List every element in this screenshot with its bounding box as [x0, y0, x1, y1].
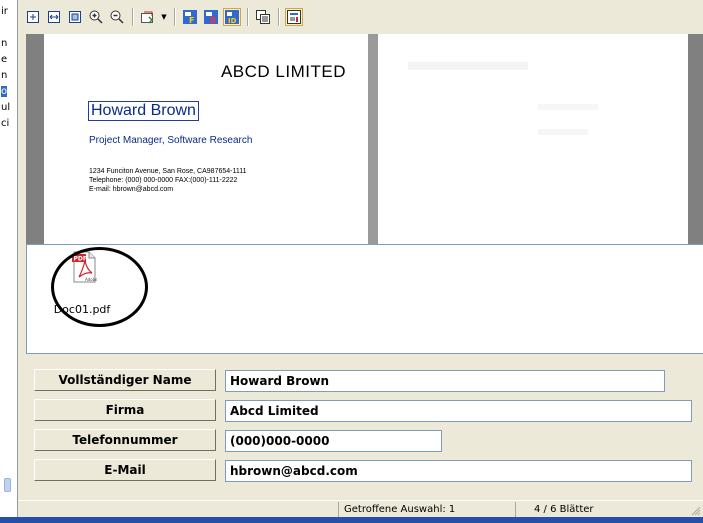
svg-text:F: F: [189, 16, 194, 25]
card-job-title: Project Manager, Software Research: [89, 135, 253, 146]
full-name-field[interactable]: Howard Brown: [225, 370, 665, 392]
tree-item-fragment-selected[interactable]: o: [1, 86, 8, 97]
phone-field[interactable]: (000)000-0000: [225, 430, 442, 452]
taskbar-edge: [0, 517, 703, 523]
zoom-out-icon[interactable]: [108, 8, 126, 26]
resize-grip-icon[interactable]: [689, 504, 701, 516]
copy-pages-icon[interactable]: [254, 8, 272, 26]
business-card-back-page[interactable]: [378, 34, 688, 244]
tree-item-fragment[interactable]: ul: [1, 102, 10, 113]
chevron-down-icon[interactable]: ▼: [160, 8, 168, 26]
tree-item-fragment[interactable]: n: [1, 38, 7, 49]
card-person-name[interactable]: Howard Brown: [88, 101, 199, 121]
page-gap: [368, 34, 378, 244]
highlight-circle: [51, 247, 148, 327]
fit-width-icon[interactable]: [45, 8, 63, 26]
toolbar: ▼ F B ID: [20, 0, 703, 34]
status-bar: Getroffene Auswahl: 1 4 / 6 Blätter: [18, 500, 703, 517]
document-thumbnails[interactable]: PDF Adobe Doc01.pdf: [26, 244, 703, 354]
phone-label: Telefonnummer: [34, 429, 216, 451]
business-card-front-page[interactable]: ABCD LIMITED Howard Brown Project Manage…: [44, 34, 368, 244]
card-email: E-mail: hbrown@abcd.com: [89, 186, 174, 193]
scroll-thumb[interactable]: [4, 478, 11, 492]
full-name-label: Vollständiger Name: [34, 369, 216, 391]
svg-text:ID: ID: [228, 17, 237, 25]
front-side-icon[interactable]: F: [181, 8, 199, 26]
fit-page-icon[interactable]: [24, 8, 42, 26]
left-tree-pane[interactable]: ir n e n o ul ci: [0, 0, 18, 523]
toolbar-separator: [174, 8, 175, 26]
info-icon[interactable]: [285, 8, 303, 26]
svg-text:B: B: [210, 16, 216, 25]
id-card-icon[interactable]: ID: [223, 8, 241, 26]
tree-item-fragment[interactable]: e: [1, 54, 7, 65]
email-field[interactable]: hbrown@abcd.com: [225, 460, 692, 482]
tree-item-fragment[interactable]: ir: [1, 6, 8, 17]
toolbar-separator: [278, 8, 279, 26]
card-company-name: ABCD LIMITED: [220, 62, 346, 81]
zoom-in-icon[interactable]: [87, 8, 105, 26]
toolbar-separator: [247, 8, 248, 26]
email-label: E-Mail: [34, 459, 216, 481]
document-viewer[interactable]: ABCD LIMITED Howard Brown Project Manage…: [26, 34, 703, 244]
card-address: 1234 Funciton Avenue, San Rose, CA987654…: [89, 168, 247, 175]
card-contact-block: 1234 Funciton Avenue, San Rose, CA987654…: [89, 167, 247, 194]
back-side-icon[interactable]: B: [202, 8, 220, 26]
faint-text-block: [408, 62, 528, 70]
faint-text-block: [538, 104, 598, 110]
company-field[interactable]: Abcd Limited: [225, 400, 692, 422]
contact-form: Vollständiger Name Howard Brown Firma Ab…: [26, 364, 703, 494]
actual-size-icon[interactable]: [66, 8, 84, 26]
tree-item-fragment[interactable]: ci: [1, 118, 9, 129]
tree-item-fragment[interactable]: n: [1, 70, 7, 81]
document-item[interactable]: PDF Adobe Doc01.pdf: [41, 247, 148, 327]
toolbar-separator: [132, 8, 133, 26]
scan-dropdown-icon[interactable]: [139, 8, 157, 26]
card-phone: Telephone: (000) 000-0000 FAX:(000)-111-…: [89, 177, 238, 184]
status-selection: Getroffene Auswahl: 1: [338, 502, 510, 517]
company-label: Firma: [34, 399, 216, 421]
faint-text-block: [538, 129, 588, 135]
status-page-count: 4 / 6 Blätter: [515, 502, 685, 517]
